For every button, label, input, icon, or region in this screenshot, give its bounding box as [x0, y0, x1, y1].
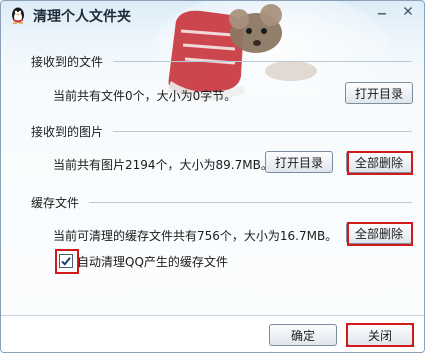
- received-files-info: 当前共有文件0个，大小为0字节。: [53, 89, 237, 103]
- auto-clean-label: 自动清理QQ产生的缓存文件: [77, 255, 228, 269]
- received-images-info: 当前共有图片2194个，大小为89.7MB。: [53, 158, 273, 172]
- section-divider: [113, 131, 412, 132]
- dialog-footer: 确定 关闭: [1, 315, 424, 352]
- open-images-folder-button[interactable]: 打开目录: [265, 151, 333, 173]
- received-files-heading: 接收到的文件: [31, 55, 104, 69]
- delete-all-images-button[interactable]: 全部删除: [346, 151, 412, 173]
- title-bar: 清理个人文件夹: [1, 1, 424, 31]
- received-images-heading: 接收到的图片: [31, 125, 104, 139]
- auto-clean-checkbox[interactable]: [59, 254, 73, 268]
- ok-button[interactable]: 确定: [269, 324, 337, 346]
- close-window-button[interactable]: [399, 3, 417, 18]
- cache-files-heading: 缓存文件: [31, 196, 80, 210]
- minimize-button[interactable]: [373, 3, 391, 18]
- qq-penguin-icon: [12, 7, 24, 24]
- minimize-icon: [378, 12, 386, 14]
- open-files-folder-button[interactable]: 打开目录: [345, 82, 413, 104]
- close-button[interactable]: 关闭: [347, 324, 413, 346]
- close-icon: [403, 6, 413, 15]
- delete-all-cache-button[interactable]: 全部删除: [346, 222, 412, 244]
- cache-files-info: 当前可清理的缓存文件共有756个，大小为16.7MB。: [53, 229, 338, 243]
- section-divider: [113, 61, 412, 62]
- section-divider: [89, 202, 412, 203]
- window-title: 清理个人文件夹: [33, 9, 131, 25]
- clean-folder-dialog: 清理个人文件夹 接收到的文件 当前共有文件0个，大小为0字节。 打开目录 接收到…: [0, 0, 425, 353]
- checkmark-icon: [61, 257, 71, 266]
